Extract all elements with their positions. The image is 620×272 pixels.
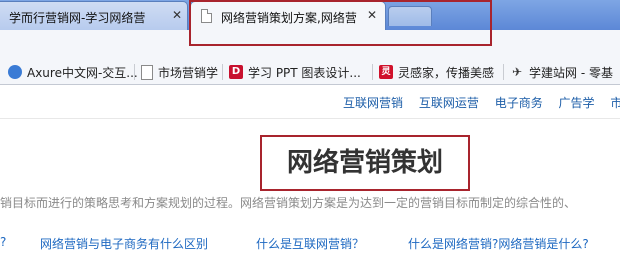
- tab-xueerxing[interactable]: 学而行营销网-学习网络营 ✕: [0, 1, 188, 30]
- bookmark-label: 学习 PPT 图表设计...: [248, 65, 361, 80]
- bookmark-separator: [372, 64, 373, 80]
- bookmark-label: 灵感家，传播美感: [398, 65, 495, 80]
- related-link[interactable]: 网络营销与电子商务有什么区别: [40, 235, 208, 252]
- sub-navigation: 互联网营销 互联网运营 电子商务 广告学 市场: [343, 94, 620, 111]
- page-content: 互联网营销 互联网运营 电子商务 广告学 市场 网络营销策划 销目标而进行的策略…: [0, 85, 620, 272]
- article-description: 销目标而进行的策略思考和方案规划的过程。网络营销策划方案是为达到一定的营销目标而…: [0, 196, 577, 210]
- subnav-item[interactable]: 互联网运营: [419, 96, 479, 110]
- plane-icon: ✈: [511, 65, 523, 79]
- bookmark-axure[interactable]: Axure中文网-交互...: [8, 60, 138, 84]
- close-icon[interactable]: ✕: [170, 8, 184, 22]
- bookmark-label: 市场营销学: [158, 65, 219, 80]
- axure-icon: [8, 65, 22, 79]
- related-link[interactable]: 什么是互联网营销？: [256, 235, 364, 252]
- bookmark-label: Axure中文网-交互...: [27, 65, 138, 80]
- bookmark-lingganjia[interactable]: 灵 灵感家，传播美感: [379, 60, 494, 84]
- bookmark-separator: [222, 64, 223, 80]
- bookmark-separator: [503, 64, 504, 80]
- title-highlight-annotation: 网络营销策划: [260, 135, 470, 191]
- bookmark-separator: [134, 64, 135, 80]
- page-title: 网络营销策划: [286, 148, 443, 178]
- bookmark-label: 学建站网 - 零基: [529, 65, 613, 80]
- bookmarks-bar: Axure中文网-交互... 市场营销学 D 学习 PPT 图表设计... 灵 …: [0, 60, 620, 85]
- related-link[interactable]: 什么是网络营销?网络营销是什么?: [408, 235, 589, 252]
- subnav-item[interactable]: 市场: [610, 96, 620, 110]
- highlight-annotation: [189, 0, 492, 46]
- tab-title: 学而行营销网-学习网络营: [9, 11, 146, 25]
- subnav-item[interactable]: 互联网营销: [343, 96, 403, 110]
- lingganjia-icon: 灵: [379, 65, 393, 79]
- bookmark-ppt[interactable]: D 学习 PPT 图表设计...: [229, 60, 361, 84]
- page-icon: [141, 64, 153, 80]
- subnav-item[interactable]: 广告学: [559, 96, 595, 110]
- ppt-d-icon: D: [229, 65, 243, 79]
- divider: [0, 118, 620, 119]
- subnav-item[interactable]: 电子商务: [495, 96, 543, 110]
- related-link[interactable]: ?: [0, 235, 6, 249]
- bookmark-marketing[interactable]: 市场营销学: [141, 60, 218, 84]
- bookmark-xuejianzhan[interactable]: ✈ 学建站网 - 零基: [510, 60, 613, 84]
